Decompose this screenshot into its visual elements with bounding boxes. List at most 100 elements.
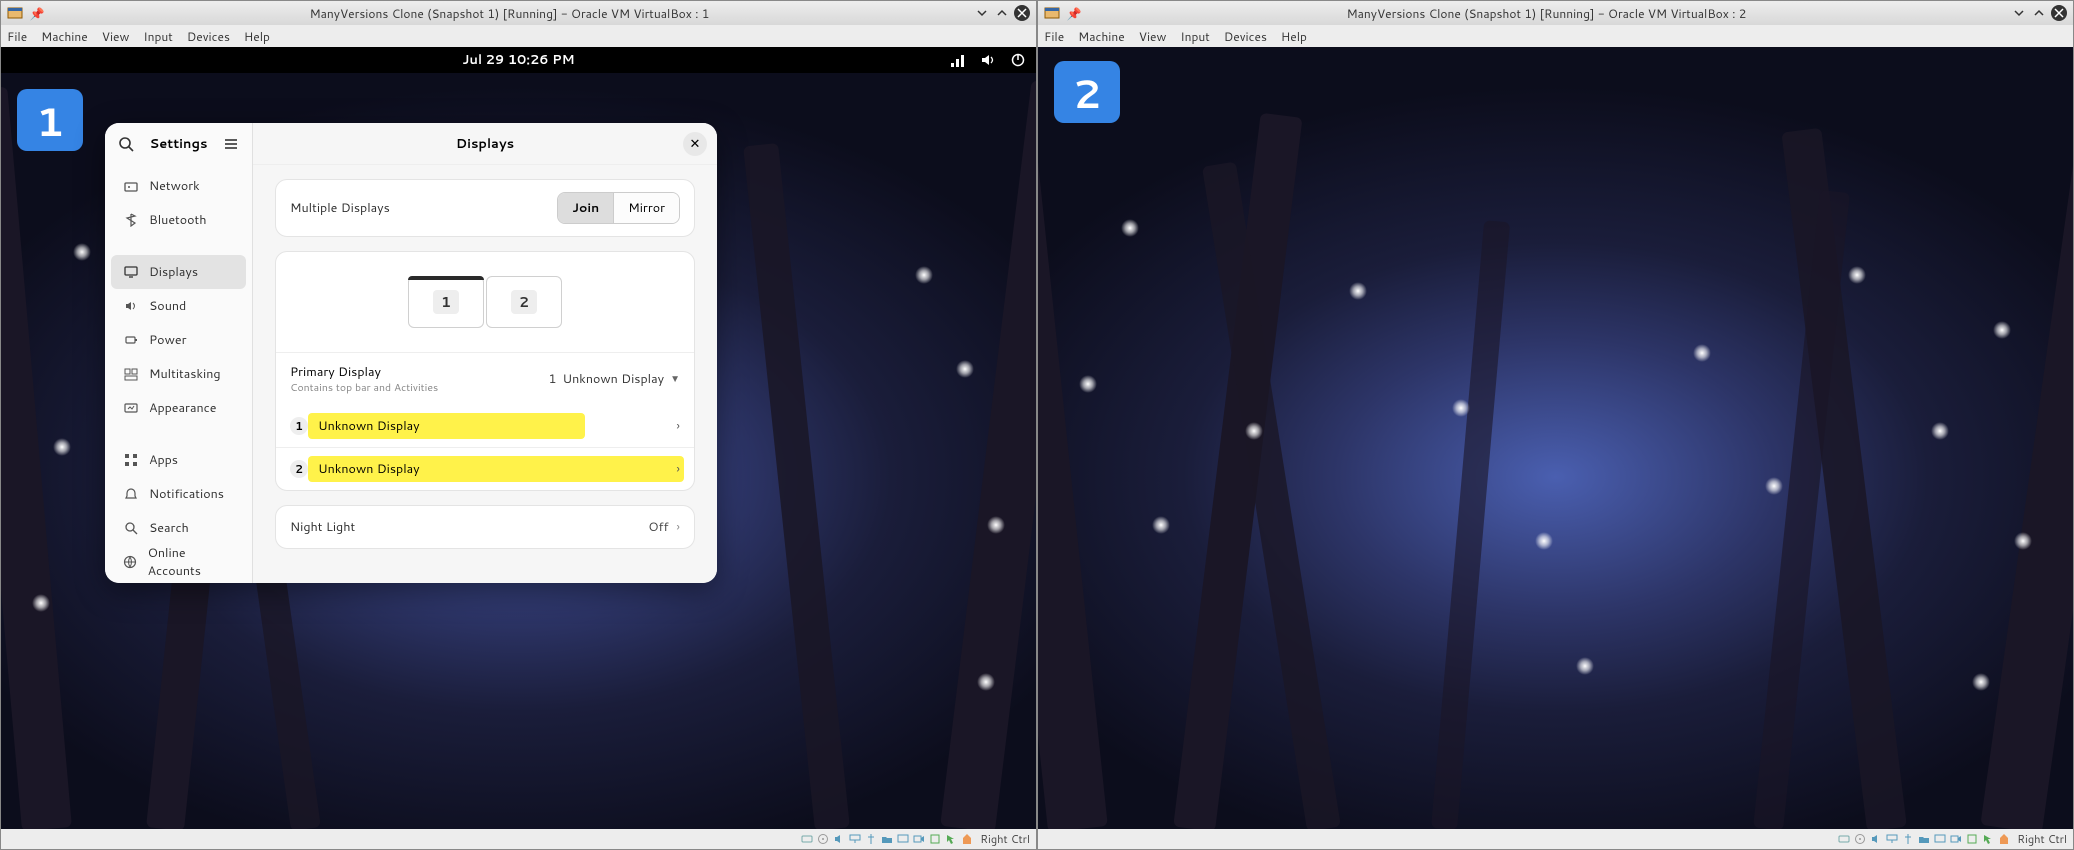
sidebar-item-label: Apps — [149, 451, 178, 469]
maximize-button[interactable] — [2031, 5, 2047, 21]
status-optical-icon[interactable] — [816, 832, 830, 846]
sidebar-title: Settings — [145, 135, 212, 153]
network-indicator-icon[interactable] — [950, 52, 966, 68]
night-light-row[interactable]: Night Light Off › — [276, 506, 694, 548]
page-title: Displays — [456, 135, 514, 153]
power-icon — [123, 332, 139, 348]
pin-icon[interactable]: 📌 — [29, 5, 45, 21]
sidebar-item-label: Appearance — [149, 399, 217, 417]
night-light-label: Night Light — [290, 518, 648, 536]
vm-window-1: 📌 ManyVersions Clone (Snapshot 1) [Runni… — [0, 0, 1037, 850]
status-optical-icon[interactable] — [1853, 832, 1867, 846]
display-row-2[interactable]: 2 Unknown Display › — [276, 447, 694, 490]
status-cpu-icon[interactable] — [1965, 832, 1979, 846]
maximize-button[interactable] — [994, 5, 1010, 21]
status-audio-icon[interactable] — [832, 832, 846, 846]
sidebar-item-bluetooth[interactable]: Bluetooth — [111, 203, 246, 237]
statusbar-2: Right Ctrl — [1038, 829, 2073, 849]
search-icon[interactable] — [115, 133, 137, 155]
status-network-icon[interactable] — [848, 832, 862, 846]
gnome-desktop-2: 2 — [1038, 47, 2073, 829]
status-recording-icon[interactable] — [912, 832, 926, 846]
status-mouse-capture-icon[interactable] — [1981, 832, 1995, 846]
status-mouse-capture-icon[interactable] — [944, 832, 958, 846]
sidebar-item-online-accounts[interactable]: Online Accounts — [111, 545, 246, 579]
sidebar-item-multitasking[interactable]: Multitasking — [111, 357, 246, 391]
night-light-value: Off — [648, 518, 668, 536]
power-indicator-icon[interactable] — [1010, 52, 1026, 68]
minimize-button[interactable] — [2011, 5, 2027, 21]
sidebar-item-search[interactable]: Search — [111, 511, 246, 545]
menu-view[interactable]: View — [102, 28, 130, 45]
close-button[interactable] — [1014, 5, 1030, 21]
display-badge-1: 1 — [290, 417, 308, 435]
status-keyboard-capture-icon[interactable] — [960, 832, 974, 846]
status-recording-icon[interactable] — [1949, 832, 1963, 846]
menu-input[interactable]: Input — [143, 28, 173, 45]
status-keyboard-capture-icon[interactable] — [1997, 832, 2011, 846]
guest-display-2[interactable]: 2 — [1038, 47, 2073, 829]
hamburger-icon[interactable] — [220, 133, 242, 155]
display-arrangement[interactable]: 1 2 — [276, 252, 694, 352]
sidebar-item-label: Bluetooth — [149, 211, 207, 229]
pin-icon[interactable]: 📌 — [1066, 5, 1082, 21]
display-thumbnail-1[interactable]: 1 — [408, 276, 484, 328]
volume-indicator-icon[interactable] — [980, 52, 996, 68]
host-key-indicator[interactable]: Right Ctrl — [980, 831, 1030, 847]
status-network-icon[interactable] — [1885, 832, 1899, 846]
status-cpu-icon[interactable] — [928, 832, 942, 846]
primary-display-num: 1 — [549, 370, 557, 388]
status-hdd-icon[interactable] — [800, 832, 814, 846]
menu-devices[interactable]: Devices — [187, 28, 230, 45]
menu-view[interactable]: View — [1139, 28, 1167, 45]
screen-badge-2: 2 — [1054, 61, 1120, 123]
sound-icon — [123, 298, 139, 314]
status-display-icon[interactable] — [1933, 832, 1947, 846]
menu-input[interactable]: Input — [1180, 28, 1210, 45]
sidebar-item-sound[interactable]: Sound — [111, 289, 246, 323]
settings-window: Settings Network Bluetooth Displays Soun… — [105, 123, 717, 583]
display-row-1[interactable]: 1 Unknown Display › — [276, 405, 694, 447]
menu-devices[interactable]: Devices — [1224, 28, 1267, 45]
gnome-topbar[interactable]: Jul 29 10:26 PM — [1, 47, 1036, 73]
menu-help[interactable]: Help — [1281, 28, 1307, 45]
mirror-button[interactable]: Mirror — [613, 193, 679, 223]
multiple-displays-label: Multiple Displays — [290, 199, 557, 217]
display-thumbnail-2[interactable]: 2 — [486, 276, 562, 328]
sidebar-item-label: Power — [149, 331, 186, 349]
status-audio-icon[interactable] — [1869, 832, 1883, 846]
sidebar-item-power[interactable]: Power — [111, 323, 246, 357]
status-display-icon[interactable] — [896, 832, 910, 846]
sidebar-item-displays[interactable]: Displays — [111, 255, 246, 289]
menu-file[interactable]: File — [7, 28, 27, 45]
sidebar-item-appearance[interactable]: Appearance — [111, 391, 246, 425]
primary-display-label: Primary Display — [290, 363, 549, 381]
host-key-indicator[interactable]: Right Ctrl — [2017, 831, 2067, 847]
sidebar-item-notifications[interactable]: Notifications — [111, 477, 246, 511]
menu-help[interactable]: Help — [244, 28, 270, 45]
menu-file[interactable]: File — [1044, 28, 1064, 45]
apps-icon — [123, 452, 139, 468]
primary-display-row[interactable]: Primary Display Contains top bar and Act… — [276, 352, 694, 405]
primary-display-sublabel: Contains top bar and Activities — [290, 381, 549, 395]
join-button[interactable]: Join — [558, 193, 613, 223]
close-button[interactable] — [2051, 5, 2067, 21]
status-usb-icon[interactable] — [1901, 832, 1915, 846]
gnome-clock[interactable]: Jul 29 10:26 PM — [462, 51, 574, 69]
close-settings-button[interactable]: ✕ — [683, 132, 707, 156]
sidebar-item-network[interactable]: Network — [111, 169, 246, 203]
sidebar-item-label: Network — [149, 177, 200, 195]
menu-machine[interactable]: Machine — [1078, 28, 1125, 45]
guest-display-1[interactable]: Jul 29 10:26 PM 1 Settings N — [1, 47, 1036, 829]
menu-machine[interactable]: Machine — [41, 28, 88, 45]
status-shared-folder-icon[interactable] — [880, 832, 894, 846]
app-icon — [1044, 5, 1060, 21]
status-hdd-icon[interactable] — [1837, 832, 1851, 846]
status-shared-folder-icon[interactable] — [1917, 832, 1931, 846]
menubar-2: File Machine View Input Devices Help — [1038, 25, 2073, 47]
status-usb-icon[interactable] — [864, 832, 878, 846]
screen-badge-1: 1 — [17, 89, 83, 151]
minimize-button[interactable] — [974, 5, 990, 21]
sidebar-item-apps[interactable]: Apps — [111, 443, 246, 477]
gnome-desktop-1: Jul 29 10:26 PM 1 Settings N — [1, 47, 1036, 829]
